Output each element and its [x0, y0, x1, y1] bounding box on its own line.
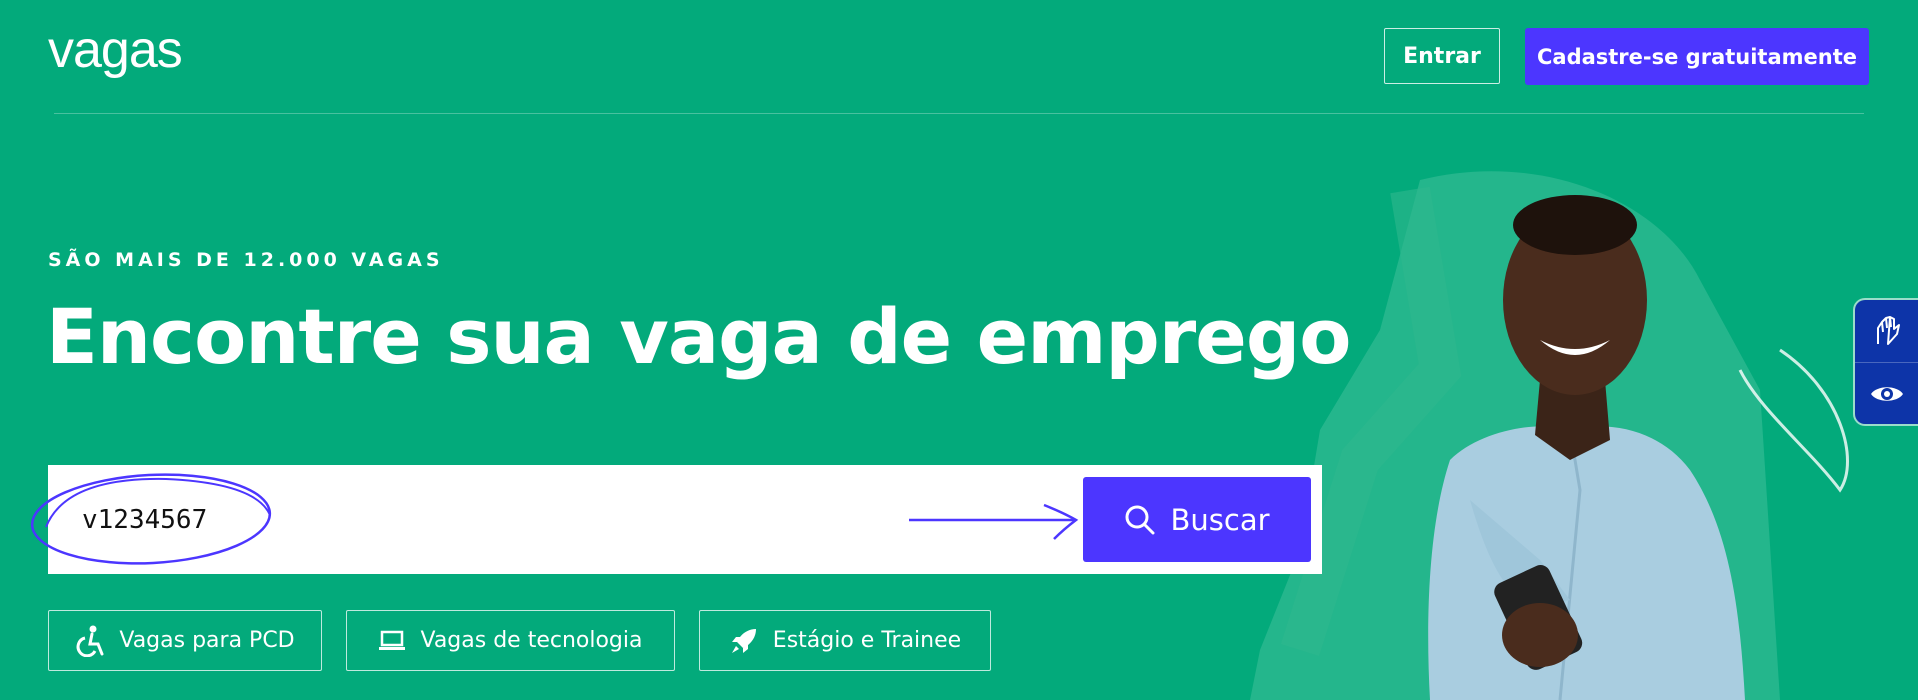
header-divider — [54, 113, 1864, 114]
accessibility-panel — [1855, 300, 1918, 424]
person-hand — [1502, 603, 1578, 667]
login-button[interactable]: Entrar — [1384, 28, 1500, 84]
chip-pcd-jobs[interactable]: Vagas para PCD — [48, 610, 322, 671]
search-icon — [1125, 505, 1155, 534]
chip-label: Vagas para PCD — [119, 628, 295, 653]
chip-tech-jobs[interactable]: Vagas de tecnologia — [346, 610, 675, 671]
search-button[interactable]: Buscar — [1083, 477, 1311, 562]
sign-language-button[interactable] — [1855, 300, 1918, 362]
search-bar: Buscar — [30, 465, 1322, 574]
vagas-logo[interactable]: vagas — [48, 24, 183, 76]
laptop-icon — [379, 630, 406, 650]
eye-icon — [1870, 387, 1903, 401]
chip-internship-jobs[interactable]: Estágio e Trainee — [699, 610, 991, 671]
signup-button[interactable]: Cadastre-se gratuitamente — [1525, 28, 1869, 85]
hero-illustration — [1250, 171, 1849, 700]
jobs-count-eyebrow: SÃO MAIS DE 12.000 VAGAS — [48, 249, 444, 271]
sign-language-icon — [1876, 316, 1900, 345]
person-hair — [1513, 195, 1637, 255]
search-button-label: Buscar — [1170, 502, 1270, 537]
rocket-icon — [731, 628, 756, 653]
accessibility-icon — [76, 625, 104, 657]
chip-label: Vagas de tecnologia — [420, 628, 643, 653]
search-input[interactable] — [82, 495, 682, 545]
chip-label: Estágio e Trainee — [772, 628, 962, 653]
visual-accessibility-button[interactable] — [1855, 362, 1918, 424]
page-title: Encontre sua vaga de emprego — [46, 292, 1351, 381]
